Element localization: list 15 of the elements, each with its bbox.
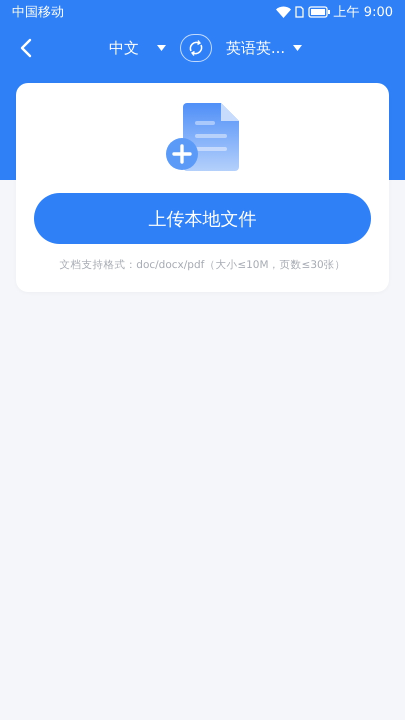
add-document-icon [164,103,240,171]
swap-languages-button[interactable] [180,34,212,62]
upload-file-button[interactable]: 上传本地文件 [34,193,371,244]
caret-icon [293,45,302,51]
target-language-dropdown[interactable]: 英语英... [226,38,302,58]
sim-icon [294,6,304,18]
source-language-dropdown[interactable]: 中文 [108,38,166,58]
format-hint: 文档支持格式：doc/docx/pdf（大小≤10M，页数≤30张） [59,258,346,272]
battery-icon [308,6,330,18]
carrier-name: 中国移动 [12,4,64,21]
back-icon [20,38,32,58]
caret-icon [156,45,166,51]
clock-time: 上午 9:00 [334,4,393,21]
wifi-icon [276,6,291,18]
swap-icon [186,39,205,57]
